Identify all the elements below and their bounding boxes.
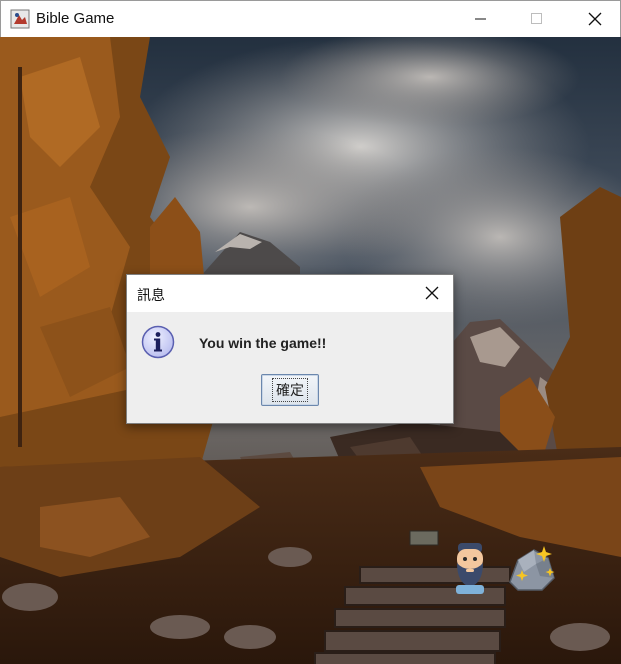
dialog-titlebar[interactable]: 訊息 [127,275,453,312]
info-icon [141,325,175,359]
maximize-icon [531,13,542,24]
maximize-button[interactable] [514,1,560,37]
ok-button[interactable]: 確定 [261,374,319,406]
dialog-message: You win the game!! [199,335,327,351]
message-dialog[interactable]: 訊息 You win the game!! 確定 [126,274,454,424]
window-title: Bible Game [36,10,115,27]
minimize-icon [475,18,486,20]
ok-button-label: 確定 [272,378,308,402]
dialog-title: 訊息 [137,287,165,303]
close-icon [588,12,602,26]
minimize-button[interactable] [458,1,504,37]
java-app-icon [10,9,30,29]
window-titlebar[interactable]: Bible Game [0,0,621,37]
bearded-man-icon[interactable] [448,539,492,595]
close-icon [425,286,439,300]
close-button[interactable] [572,1,618,37]
dialog-close-button[interactable] [417,279,447,307]
sparkling-stone-icon[interactable] [504,542,560,594]
